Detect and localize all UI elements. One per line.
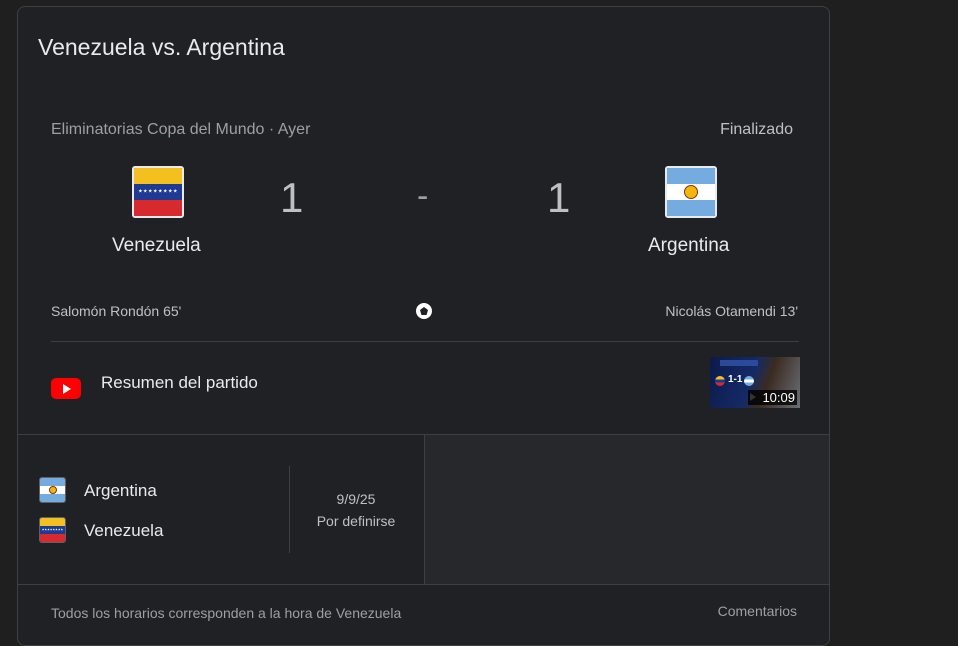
match-title[interactable]: Venezuela vs. Argentina	[38, 34, 285, 61]
next-match-team-2[interactable]: Venezuela	[84, 521, 163, 541]
away-scorer: Nicolás Otamendi 13'	[665, 303, 798, 319]
match-card: Venezuela vs. Argentina Eliminatorias Co…	[17, 6, 830, 646]
away-score: 1	[547, 174, 571, 221]
highlights-thumbnail[interactable]: 1-1 10:09	[710, 357, 800, 408]
feedback-link[interactable]: Comentarios	[718, 603, 797, 619]
section-divider	[18, 584, 829, 585]
video-duration: 10:09	[748, 390, 797, 405]
competition-label: Eliminatorias Copa del Mundo · Ayer	[51, 121, 311, 138]
home-scorer: Salomón Rondón 65'	[51, 303, 182, 319]
venezuela-flag-icon[interactable]: ★★★★★★★★	[132, 166, 184, 218]
argentina-flag-icon	[39, 477, 66, 503]
soccer-ball-icon	[415, 302, 433, 320]
away-team-name[interactable]: Argentina	[648, 235, 729, 257]
match-status: Finalizado	[720, 121, 793, 138]
venezuela-flag-icon: ★★★★★★★★	[39, 517, 66, 543]
venezuela-mini-flag-icon	[715, 376, 725, 386]
home-score: 1	[280, 174, 304, 221]
score-separator: -	[417, 177, 429, 215]
youtube-icon[interactable]	[51, 378, 81, 399]
section-divider	[51, 341, 799, 342]
argentina-flag-icon[interactable]	[665, 166, 717, 218]
argentina-mini-flag-icon	[744, 376, 754, 386]
next-match-team-1[interactable]: Argentina	[84, 481, 157, 501]
home-team-name[interactable]: Venezuela	[112, 235, 201, 257]
thumbnail-score: 1-1	[728, 374, 743, 385]
next-match-date: 9/9/25	[336, 491, 376, 507]
next-match-status: Por definirse	[316, 513, 396, 529]
next-match-side-panel	[424, 435, 829, 584]
timezone-note: Todos los horarios corresponden a la hor…	[51, 605, 402, 621]
vertical-divider	[289, 466, 290, 553]
thumbnail-header	[720, 360, 758, 366]
highlights-link[interactable]: Resumen del partido	[101, 373, 258, 393]
